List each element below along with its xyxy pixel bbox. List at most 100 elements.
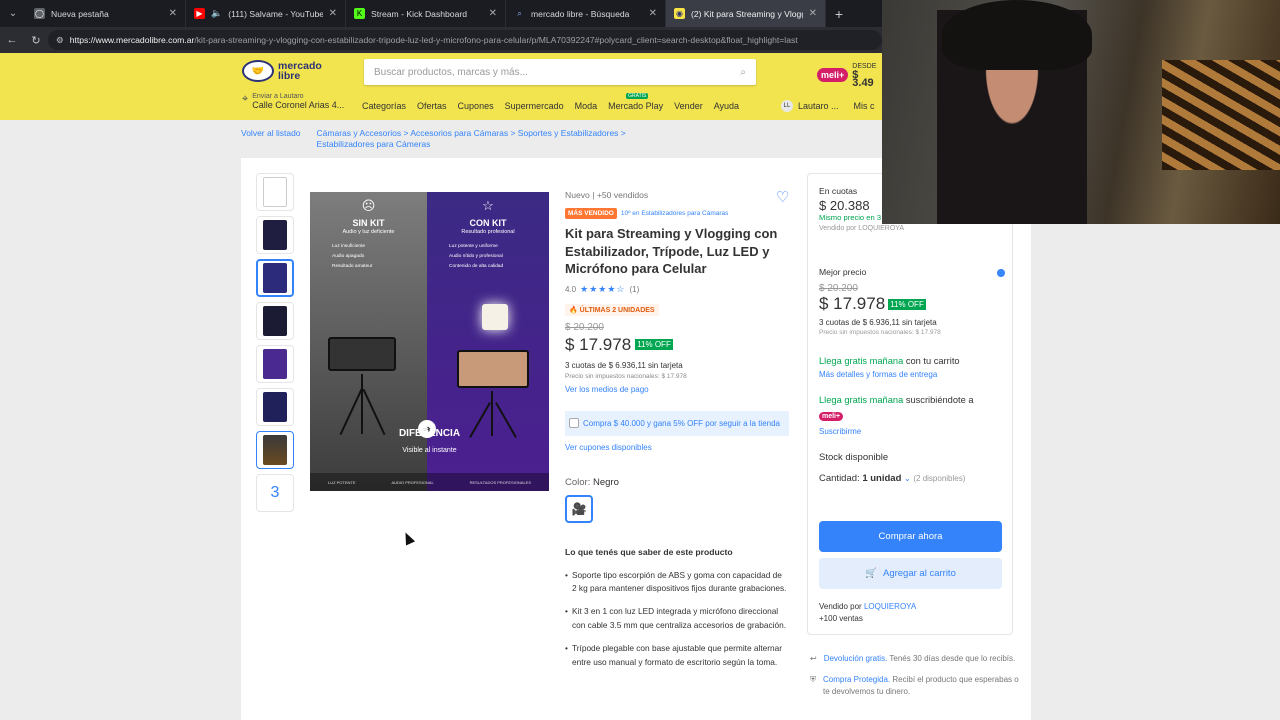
tab-1[interactable]: ▶ 🔈 (111) Salvame - YouTube ✕	[186, 0, 346, 27]
product-title: Kit para Streaming y Vlogging con Estabi…	[565, 226, 778, 276]
menu-ofertas[interactable]: Ofertas	[417, 101, 447, 111]
buy-now-button[interactable]: Comprar ahora	[819, 521, 1002, 552]
payment-methods-link[interactable]: Ver los medios de pago	[565, 385, 795, 394]
best-seller-badge: MÁS VENDIDO	[565, 208, 617, 219]
browser-tabbar: ⌄ ◯ Nueva pestaña ✕ ▶ 🔈 (111) Salvame - YouT…	[0, 0, 882, 27]
coupons-link[interactable]: Ver cupones disponibles	[565, 443, 795, 452]
color-swatch-negro[interactable]: 🎥	[565, 494, 593, 523]
user-menu[interactable]: LL Lautaro ... Mis c	[781, 100, 875, 112]
old-price: $ 20.200	[565, 321, 604, 333]
menu-categorias[interactable]: Categorías	[362, 101, 406, 111]
new-tab-button[interactable]: +	[826, 6, 852, 22]
mercadolibre-logo[interactable]: 🤝 mercado libre	[242, 60, 322, 82]
star-icon: ☆	[482, 198, 494, 213]
condition-sold: Nuevo | +50 vendidos	[565, 190, 649, 200]
stock-label: Stock disponible	[819, 452, 889, 463]
led-light-graphic	[482, 304, 508, 330]
location-pin-icon: ⌖	[242, 93, 249, 105]
phone-graphic	[328, 337, 396, 371]
search-icon: ⌕	[517, 8, 522, 18]
delivery-details-link[interactable]: Más detalles y formas de entrega	[819, 370, 1005, 379]
tab-3[interactable]: ⌕ mercado libre - Búsqueda ✕	[506, 0, 666, 27]
avatar: LL	[781, 100, 793, 112]
rating-stars-icon: ★★★★☆	[580, 283, 626, 294]
url-input[interactable]: ⚙ https://www.mercadolibre.com.ar/kit-pa…	[48, 30, 882, 50]
chevron-down-icon: ⌄	[904, 474, 911, 483]
buy-box: En cuotas $ 20.388 Mismo precio en 3 cuo…	[807, 173, 1013, 635]
thumbnail[interactable]	[256, 431, 294, 469]
thumbnail[interactable]	[256, 388, 294, 426]
thumbnail[interactable]	[256, 345, 294, 383]
best-price-option[interactable]: Mejor precio $ 20.200 $ 17.978 11% OFF 3 …	[819, 267, 1005, 336]
menu-mercado-play[interactable]: GRATIS Mercado Play	[608, 93, 663, 111]
sad-face-icon: ☹	[361, 198, 376, 213]
coupon-checkbox[interactable]	[569, 417, 579, 428]
youtube-icon: ▶	[194, 8, 205, 19]
main-menu: Categorías Ofertas Cupones Supermercado …	[362, 93, 739, 111]
close-icon[interactable]: ✕	[169, 8, 177, 19]
webcam-overlay	[882, 0, 1280, 224]
feature-list: Soporte tipo escorpión de ABS y goma con…	[565, 569, 787, 669]
thumbnail-selected[interactable]	[256, 259, 294, 297]
search-input[interactable]: Buscar productos, marcas y más... ⌕	[364, 59, 756, 85]
close-icon[interactable]: ✕	[489, 8, 497, 19]
breadcrumb-path[interactable]: Cámaras y Accesorios > Accesorios para C…	[317, 128, 677, 150]
shield-icon: ⛨	[810, 675, 816, 684]
close-icon[interactable]: ✕	[809, 8, 817, 19]
main-product-image[interactable]: ☹ SIN KIT Audio y luz deficiente Luz ins…	[310, 192, 549, 491]
more-images-thumbnail[interactable]: 3	[256, 474, 294, 512]
quantity-selector[interactable]: Cantidad: 1 unidad ⌄ (2 disponibles)	[819, 473, 1005, 484]
list-item: Soporte tipo escorpión de ABS y goma con…	[565, 569, 787, 596]
shipping-meli: Llega gratis mañana suscribiéndote a mel…	[819, 395, 1005, 436]
current-price: $ 17.978 11% OFF	[565, 334, 673, 354]
seller-info: Vendido por LOQUIEROYA +100 ventas	[819, 602, 917, 623]
cart-icon: 🛒	[865, 568, 877, 579]
category-rank-link[interactable]: 10º en Estabilizadores para Cámaras	[621, 210, 729, 217]
menu-supermercado[interactable]: Supermercado	[505, 101, 564, 111]
add-to-cart-button[interactable]: 🛒 Agregar al carrito	[819, 558, 1002, 589]
back-icon[interactable]: ←	[0, 34, 24, 46]
search-icon[interactable]: ⌕	[740, 67, 746, 78]
menu-ayuda[interactable]: Ayuda	[714, 101, 739, 111]
globe-icon: ◯	[34, 8, 45, 19]
shipping-cart: Llega gratis mañana con tu carrito Más d…	[819, 356, 1005, 379]
product-highlights-title: Lo que tenés que saber de este producto	[565, 546, 733, 557]
color-label: Color: Negro	[565, 476, 619, 488]
meli-plus-promo[interactable]: meli+ DESDE $ 3.49	[817, 63, 882, 89]
radio-selected-icon[interactable]	[997, 269, 1005, 277]
mercadolibre-icon: ◉	[674, 8, 685, 19]
tax-note: Precio sin impuestos nacionales: $ 17.97…	[565, 372, 687, 380]
thumbnail[interactable]	[256, 216, 294, 254]
back-to-list-link[interactable]: Volver al listado	[241, 128, 301, 150]
seller-link[interactable]: LOQUIEROYA	[864, 602, 916, 611]
product-info: Nuevo | +50 vendidos MÁS VENDIDO 10º en E…	[565, 190, 795, 679]
handshake-icon: 🤝	[242, 60, 274, 82]
rating[interactable]: 4.0 ★★★★☆ (1)	[565, 284, 795, 295]
subscribe-link[interactable]: Suscribirme	[819, 427, 1005, 436]
thumbnail[interactable]	[256, 302, 294, 340]
tab-0[interactable]: ◯ Nueva pestaña ✕	[26, 0, 186, 27]
site-header: 🤝 mercado libre Buscar productos, marcas …	[0, 53, 882, 120]
close-icon[interactable]: ✕	[329, 8, 337, 19]
close-icon[interactable]: ✕	[649, 8, 657, 19]
product-card: 3 ☹ SIN KIT Audio y luz deficiente Luz i…	[241, 158, 1031, 720]
tab-search-icon[interactable]: ⌄	[0, 0, 26, 27]
menu-vender[interactable]: Vender	[674, 101, 703, 111]
list-item: Trípode plegable con base ajustable que …	[565, 642, 787, 669]
menu-moda[interactable]: Moda	[575, 101, 598, 111]
meli-plus-badge: meli+	[819, 412, 844, 421]
benefits: ↩ Devolución gratis. Tenés 30 días desde …	[810, 654, 1019, 696]
follow-store-coupon[interactable]: Compra $ 40.000 y gana 5% OFF por seguir…	[565, 410, 789, 436]
reload-icon[interactable]: ↻	[24, 34, 48, 47]
menu-cupones[interactable]: Cupones	[458, 101, 494, 111]
protected-purchase-link[interactable]: Compra Protegida.	[823, 675, 890, 684]
tab-4[interactable]: ◉(2) Kit para Streaming y Vlogging✕	[666, 0, 826, 27]
site-info-icon[interactable]: ⚙	[56, 35, 64, 46]
free-return-link[interactable]: Devolución gratis.	[824, 654, 888, 663]
shipping-location[interactable]: ⌖ Enviar a Lautaro Calle Coronel Arias 4.…	[242, 93, 344, 110]
thumbnail[interactable]	[256, 173, 294, 211]
tab-2[interactable]: K Stream - Kick Dashboard ✕	[346, 0, 506, 27]
phone-graphic	[457, 350, 529, 388]
speaker-icon[interactable]: 🔈	[211, 8, 222, 19]
installments: 3 cuotas de $ 6.936,11 sin tarjeta	[565, 360, 683, 370]
